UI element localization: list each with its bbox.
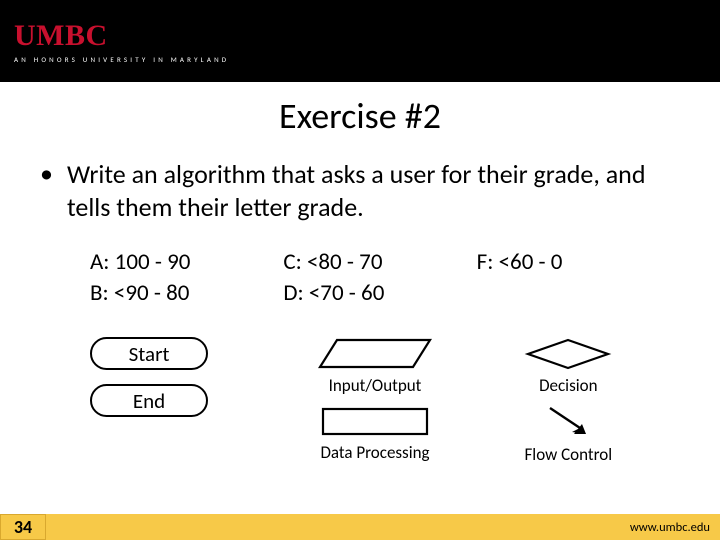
diamond-icon [523, 337, 613, 371]
io-label: Input/Output [329, 375, 422, 396]
terminator-col: Start End [90, 337, 273, 431]
start-terminator: Start [90, 337, 208, 370]
end-terminator: End [90, 384, 208, 417]
symbol-row: Start End Input/Output Data Processing D… [90, 337, 660, 465]
grade-f: F: <60 - 0 [477, 247, 660, 278]
logo: UMBC [14, 19, 720, 53]
rectangle-icon [315, 406, 435, 438]
tagline: AN HONORS UNIVERSITY IN MARYLAND [14, 55, 720, 64]
bullet-dot: • [40, 158, 53, 223]
page-number: 34 [0, 514, 46, 540]
start-label: Start [129, 341, 170, 367]
grade-d: D: <70 - 60 [283, 278, 466, 309]
decision-flow-col: Decision Flow Control [477, 337, 660, 465]
bullet-block: • Write an algorithm that asks a user fo… [40, 158, 680, 223]
bullet-text: Write an algorithm that asks a user for … [67, 158, 680, 223]
header-bar: UMBC AN HONORS UNIVERSITY IN MARYLAND [0, 0, 720, 82]
footer-url: www.umbc.edu [630, 520, 710, 535]
flow-label: Flow Control [525, 444, 613, 465]
footer-bar: 34 www.umbc.edu [0, 514, 720, 540]
grade-a: A: 100 - 90 [90, 247, 273, 278]
parallelogram-icon [315, 337, 435, 371]
grade-b: B: <90 - 80 [90, 278, 273, 309]
slide-title: Exercise #2 [0, 94, 720, 138]
grade-c: C: <80 - 70 [283, 247, 466, 278]
proc-label: Data Processing [320, 442, 429, 463]
io-proc-col: Input/Output Data Processing [283, 337, 466, 463]
decision-label: Decision [539, 375, 597, 396]
end-label: End [133, 388, 165, 414]
arrow-icon [538, 404, 598, 440]
grade-grid: A: 100 - 90 B: <90 - 80 C: <80 - 70 D: <… [90, 247, 660, 309]
